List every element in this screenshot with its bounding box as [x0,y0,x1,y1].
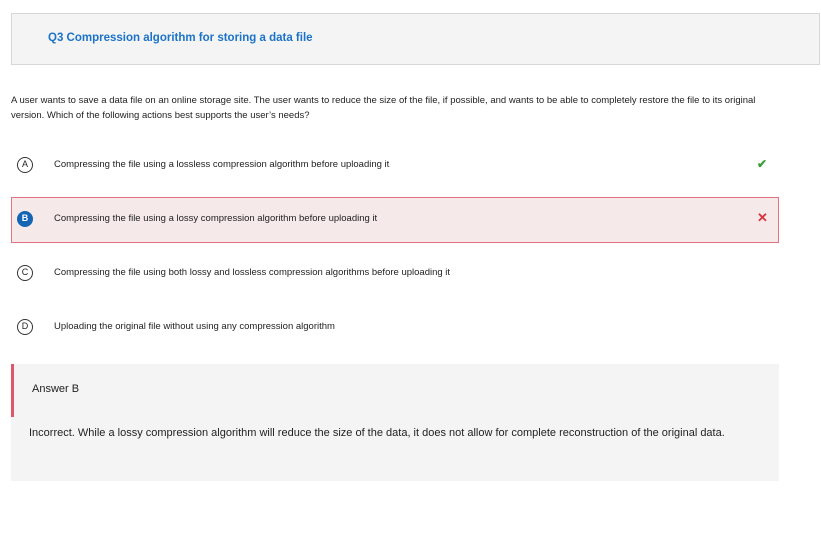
question-title: Q3 Compression algorithm for storing a d… [48,32,313,44]
option-a[interactable]: A Compressing the file using a lossless … [11,143,779,189]
option-d-text: Uploading the original file without usin… [54,321,335,332]
question-text: A user wants to save a data file on an o… [11,95,756,121]
option-c-letter-badge: C [17,265,33,281]
option-d-letter-badge: D [17,319,33,335]
option-d[interactable]: D Uploading the original file without us… [11,305,779,351]
option-a-text: Compressing the file using a lossless co… [54,159,390,170]
option-c-text: Compressing the file using both lossy an… [54,267,451,278]
option-c[interactable]: C Compressing the file using both lossy … [11,251,779,297]
option-b-letter-badge: B [17,211,33,227]
answer-panel: Answer B Incorrect. While a lossy compre… [11,364,779,481]
answer-label: Answer B [32,383,80,395]
option-b-text: Compressing the file using a lossy compr… [54,213,378,224]
answer-accent-bar [11,364,14,417]
option-b[interactable]: B Compressing the file using a lossy com… [11,197,779,243]
check-icon: ✔ [757,157,768,171]
cross-icon: ✕ [757,210,768,225]
option-a-letter-badge: A [17,157,33,173]
question-header: Q3 Compression algorithm for storing a d… [11,13,820,65]
answer-explanation: Incorrect. While a lossy compression alg… [29,427,725,439]
